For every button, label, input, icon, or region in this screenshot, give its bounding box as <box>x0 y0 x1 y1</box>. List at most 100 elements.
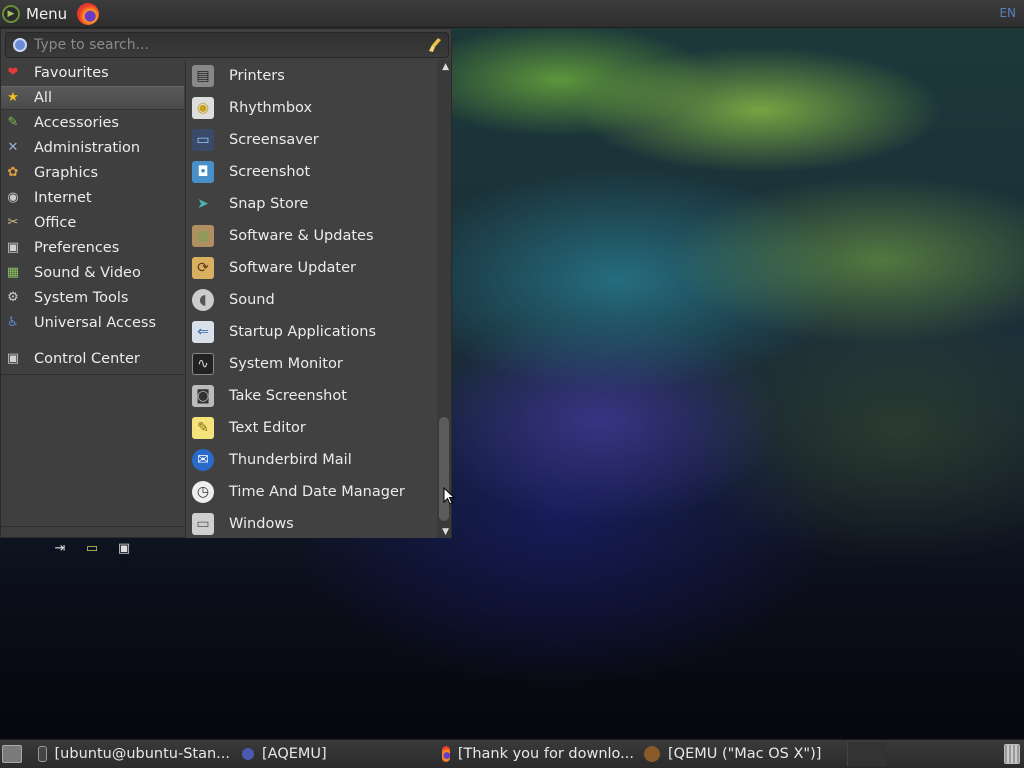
category-label: Graphics <box>34 165 99 181</box>
heart-icon: ❤ <box>7 65 19 80</box>
text-editor-icon: ✎ <box>192 417 214 439</box>
taskbar-item-firefox[interactable]: [Thank you for downlo... <box>438 742 634 766</box>
category-office[interactable]: ✂ Office <box>1 211 184 235</box>
app-label: Take Screenshot <box>229 388 347 404</box>
app-label: Time And Date Manager <box>229 484 405 500</box>
app-label: Sound <box>229 292 275 308</box>
app-printers[interactable]: ▤ Printers <box>186 60 438 92</box>
startup-icon: ⇐ <box>192 321 214 343</box>
lock-screen-icon[interactable]: ▭ <box>84 540 100 556</box>
system-monitor-icon: ∿ <box>192 353 214 375</box>
taskbar-item-qemu[interactable]: [QEMU ("Mac OS X")] <box>640 742 840 766</box>
category-system-tools[interactable]: ⚙ System Tools <box>1 286 184 310</box>
taskbar-item-label: [QEMU ("Mac OS X")] <box>668 746 822 762</box>
application-list: ▤ Printers ◉ Rhythmbox ▭ Screensaver ◘ S… <box>185 60 451 538</box>
category-label: Accessories <box>34 115 119 131</box>
taskbar: [ubuntu@ubuntu-Stan... [AQEMU] [Thank yo… <box>0 739 1024 768</box>
control-center-item[interactable]: ▣ Control Center <box>1 347 184 371</box>
thunderbird-icon: ✉ <box>192 449 214 471</box>
menu-button[interactable]: ▶ Menu <box>0 0 67 27</box>
app-label: Software Updater <box>229 260 357 276</box>
app-rhythmbox[interactable]: ◉ Rhythmbox <box>186 92 438 124</box>
star-icon: ★ <box>7 90 19 105</box>
aqemu-icon <box>242 748 254 760</box>
category-label: Internet <box>34 190 92 206</box>
taskbar-item-label: [Thank you for downlo... <box>457 746 634 762</box>
app-take-screenshot[interactable]: ◙ Take Screenshot <box>186 380 438 412</box>
category-label: Office <box>34 215 77 231</box>
category-sound-video[interactable]: ▦ Sound & Video <box>1 261 184 285</box>
app-text-editor[interactable]: ✎ Text Editor <box>186 412 438 444</box>
printer-icon: ▤ <box>192 65 214 87</box>
taskbar-item-label: [AQEMU] <box>262 746 327 762</box>
accessories-icon: ✎ <box>7 115 19 130</box>
show-desktop-icon[interactable] <box>2 745 22 763</box>
category-label: Sound & Video <box>34 265 141 281</box>
scroll-down-arrow-icon[interactable]: ▼ <box>442 527 449 537</box>
app-startup-applications[interactable]: ⇐ Startup Applications <box>186 316 438 348</box>
category-administration[interactable]: ✕ Administration <box>1 136 184 160</box>
taskbar-item-aqemu[interactable]: [AQEMU] <box>238 742 418 766</box>
app-label: Snap Store <box>229 196 309 212</box>
top-panel: ▶ Menu EN <box>0 0 1024 28</box>
workspace-switcher[interactable] <box>847 742 886 766</box>
category-label: Preferences <box>34 240 120 256</box>
windows-icon: ▭ <box>192 513 214 535</box>
category-favourites[interactable]: ❤ Favourites <box>1 61 184 85</box>
category-preferences[interactable]: ▣ Preferences <box>1 236 184 260</box>
gear-icon: ⚙ <box>7 290 19 305</box>
scroll-up-arrow-icon[interactable]: ▲ <box>442 62 449 72</box>
application-menu: ❤ Favourites ★ All ✎ Accessories ✕ Admin… <box>0 28 452 556</box>
software-updates-icon: ◍ <box>192 225 214 247</box>
firefox-icon <box>442 746 450 762</box>
mint-logo-icon: ▶ <box>2 4 20 23</box>
category-label: Favourites <box>34 65 109 81</box>
app-label: Printers <box>229 68 285 84</box>
snap-store-icon: ➤ <box>197 196 209 212</box>
shutdown-icon[interactable]: ▣ <box>116 540 132 556</box>
firefox-launcher-icon[interactable] <box>77 2 100 25</box>
category-universal-access[interactable]: ♿ Universal Access <box>1 311 184 335</box>
category-all[interactable]: ★ All <box>1 86 184 110</box>
category-label: All <box>34 90 52 106</box>
category-label: Universal Access <box>34 315 157 331</box>
app-windows[interactable]: ▭ Windows <box>186 508 438 540</box>
search-input[interactable] <box>32 36 416 54</box>
category-internet[interactable]: ◉ Internet <box>1 186 184 210</box>
scrollbar-thumb[interactable] <box>439 417 449 521</box>
scrollbar[interactable]: ▲ ▼ <box>437 60 451 538</box>
rhythmbox-icon: ◉ <box>192 97 214 119</box>
taskbar-item-label: [ubuntu@ubuntu-Stan... <box>54 746 230 762</box>
clear-search-icon[interactable] <box>428 37 442 53</box>
control-center-icon: ▣ <box>6 351 20 366</box>
camera-icon: ◙ <box>192 385 214 407</box>
app-software-updater[interactable]: ⟳ Software Updater <box>186 252 438 284</box>
app-screensaver[interactable]: ▭ Screensaver <box>186 124 438 156</box>
accessibility-icon: ♿ <box>7 315 19 330</box>
app-time-date-manager[interactable]: ◷ Time And Date Manager <box>186 476 438 508</box>
control-center-label: Control Center <box>34 351 140 367</box>
app-thunderbird-mail[interactable]: ✉ Thunderbird Mail <box>186 444 438 476</box>
software-updater-icon: ⟳ <box>192 257 214 279</box>
app-snap-store[interactable]: ➤ Snap Store <box>186 188 438 220</box>
app-label: Thunderbird Mail <box>229 452 352 468</box>
category-accessories[interactable]: ✎ Accessories <box>1 111 184 135</box>
app-label: Windows <box>229 516 294 532</box>
tools-icon: ✕ <box>7 140 19 155</box>
app-software-updates[interactable]: ◍ Software & Updates <box>186 220 438 252</box>
app-system-monitor[interactable]: ∿ System Monitor <box>186 348 438 380</box>
clock-icon: ◷ <box>192 481 214 503</box>
app-screenshot[interactable]: ◘ Screenshot <box>186 156 438 188</box>
office-icon: ✂ <box>7 215 19 230</box>
keyboard-layout-indicator[interactable]: EN <box>999 6 1016 20</box>
divider <box>1 526 184 527</box>
app-label: Startup Applications <box>229 324 376 340</box>
qemu-icon <box>644 746 660 762</box>
mouse-pointer-icon <box>443 487 455 505</box>
app-sound[interactable]: ◖ Sound <box>186 284 438 316</box>
category-graphics[interactable]: ✿ Graphics <box>1 161 184 185</box>
taskbar-item-terminal[interactable]: [ubuntu@ubuntu-Stan... <box>34 742 230 766</box>
logout-icon[interactable]: ⇥ <box>52 540 68 556</box>
trash-icon[interactable] <box>1004 744 1020 764</box>
screensaver-icon: ▭ <box>192 129 214 151</box>
